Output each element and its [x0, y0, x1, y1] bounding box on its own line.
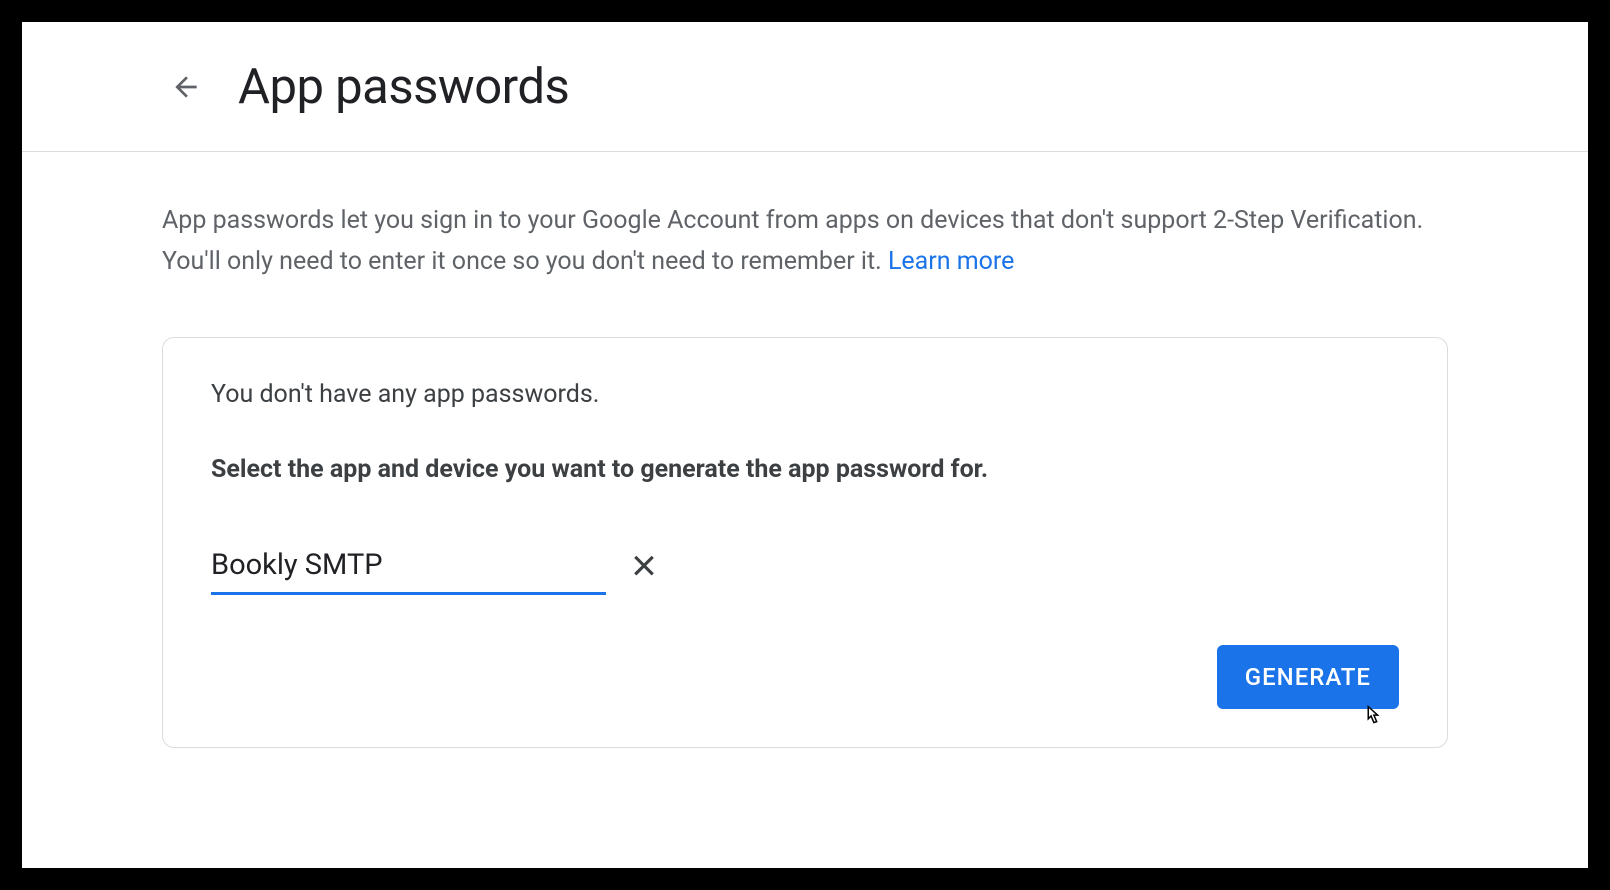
- generate-button[interactable]: GENERATE: [1217, 645, 1399, 709]
- button-row: GENERATE: [211, 645, 1399, 709]
- no-passwords-text: You don't have any app passwords.: [211, 380, 1399, 409]
- app-passwords-card: You don't have any app passwords. Select…: [162, 337, 1448, 748]
- page-title: App passwords: [238, 58, 569, 115]
- page-content: App passwords let you sign in to your Go…: [22, 152, 1588, 748]
- description-body: App passwords let you sign in to your Go…: [162, 206, 1423, 276]
- app-window: App passwords App passwords let you sign…: [22, 22, 1588, 868]
- app-name-input[interactable]: [211, 542, 606, 595]
- description-text: App passwords let you sign in to your Go…: [162, 200, 1448, 283]
- close-icon: [629, 551, 659, 581]
- back-button[interactable]: [162, 63, 210, 111]
- page-header: App passwords: [22, 22, 1588, 152]
- clear-input-button[interactable]: [624, 546, 664, 586]
- learn-more-link[interactable]: Learn more: [888, 247, 1014, 276]
- name-input-wrap: [211, 542, 606, 595]
- select-prompt-text: Select the app and device you want to ge…: [211, 455, 1399, 484]
- arrow-left-icon: [170, 71, 202, 103]
- input-row: [211, 542, 1399, 595]
